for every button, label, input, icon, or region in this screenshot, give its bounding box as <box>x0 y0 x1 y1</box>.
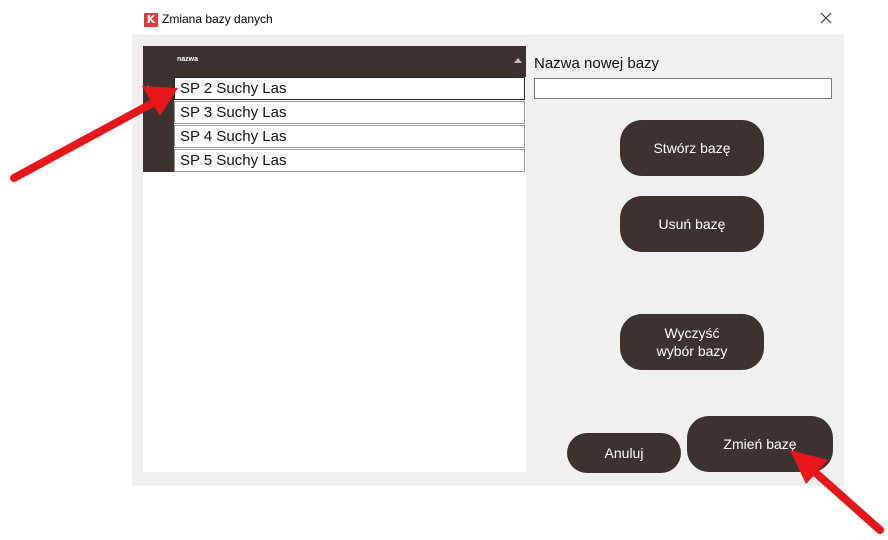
create-database-button[interactable]: Stwórz bazę <box>620 120 764 176</box>
clear-selection-label-line2: wybór bazy <box>656 343 728 359</box>
app-logo-icon: K <box>144 13 158 27</box>
grid-header: nazwa <box>143 46 526 77</box>
clear-selection-label-line1: Wyczyść <box>664 325 720 341</box>
cancel-button[interactable]: Anuluj <box>567 433 681 473</box>
delete-database-button[interactable]: Usuń bazę <box>620 196 764 252</box>
title-bar: K Zmiana bazy danych <box>132 6 844 34</box>
table-row[interactable]: SP 5 Suchy Las <box>174 149 525 172</box>
row-header-column: › <box>143 77 174 172</box>
clear-selection-button[interactable]: Wyczyść wybór bazy <box>620 314 764 370</box>
current-row-chevron-icon: › <box>147 80 152 95</box>
sort-ascending-icon <box>514 58 522 63</box>
table-row[interactable]: SP 2 Suchy Las <box>174 77 525 100</box>
new-database-name-input[interactable] <box>534 78 832 99</box>
database-grid[interactable]: nazwa › SP 2 Suchy Las SP 3 Suchy Las SP… <box>143 46 526 472</box>
table-row[interactable]: SP 3 Suchy Las <box>174 101 525 124</box>
new-database-label: Nazwa nowej bazy <box>534 55 660 72</box>
close-icon[interactable] <box>818 10 834 26</box>
table-row[interactable]: SP 4 Suchy Las <box>174 125 525 148</box>
change-database-button[interactable]: Zmień bazę <box>687 416 833 472</box>
column-header-nazwa[interactable]: nazwa <box>177 56 198 63</box>
change-database-dialog: K Zmiana bazy danych nazwa › SP 2 Suchy … <box>132 6 844 486</box>
window-title: Zmiana bazy danych <box>162 12 273 26</box>
